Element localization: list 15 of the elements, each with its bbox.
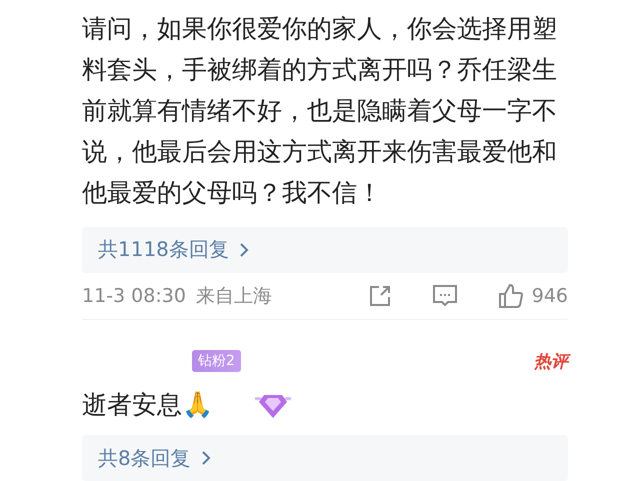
comment-time: 11-3 08:30 — [82, 284, 186, 307]
view-replies-link[interactable]: 共8条回复 — [98, 444, 211, 472]
chevron-icon — [238, 242, 249, 258]
comment-text: 请问，如果你很爱你的家人，你会选择用塑料套头，手被绑着的方式离开吗？乔任梁生前就算有情绪不好，也是隐瞒着父母一字不说，他最后会用这方式离开来伤害最爱他和他最爱的父母吗？我不信！ — [82, 13, 558, 209]
comment-text: 逝者安息🙏 — [82, 388, 213, 421]
share-button[interactable] — [368, 284, 392, 308]
comment-button[interactable] — [432, 284, 458, 308]
chevron-icon — [200, 450, 211, 466]
share-icon — [368, 284, 392, 308]
comment-location: 来自上海 — [196, 284, 272, 309]
view-replies-link[interactable]: 共1118条回复 — [98, 236, 249, 264]
comment-icon — [432, 284, 458, 308]
like-button[interactable]: 946 — [498, 282, 568, 309]
fan-badge: 钻粉2 — [192, 350, 241, 372]
thumbs-up-icon — [498, 282, 524, 309]
